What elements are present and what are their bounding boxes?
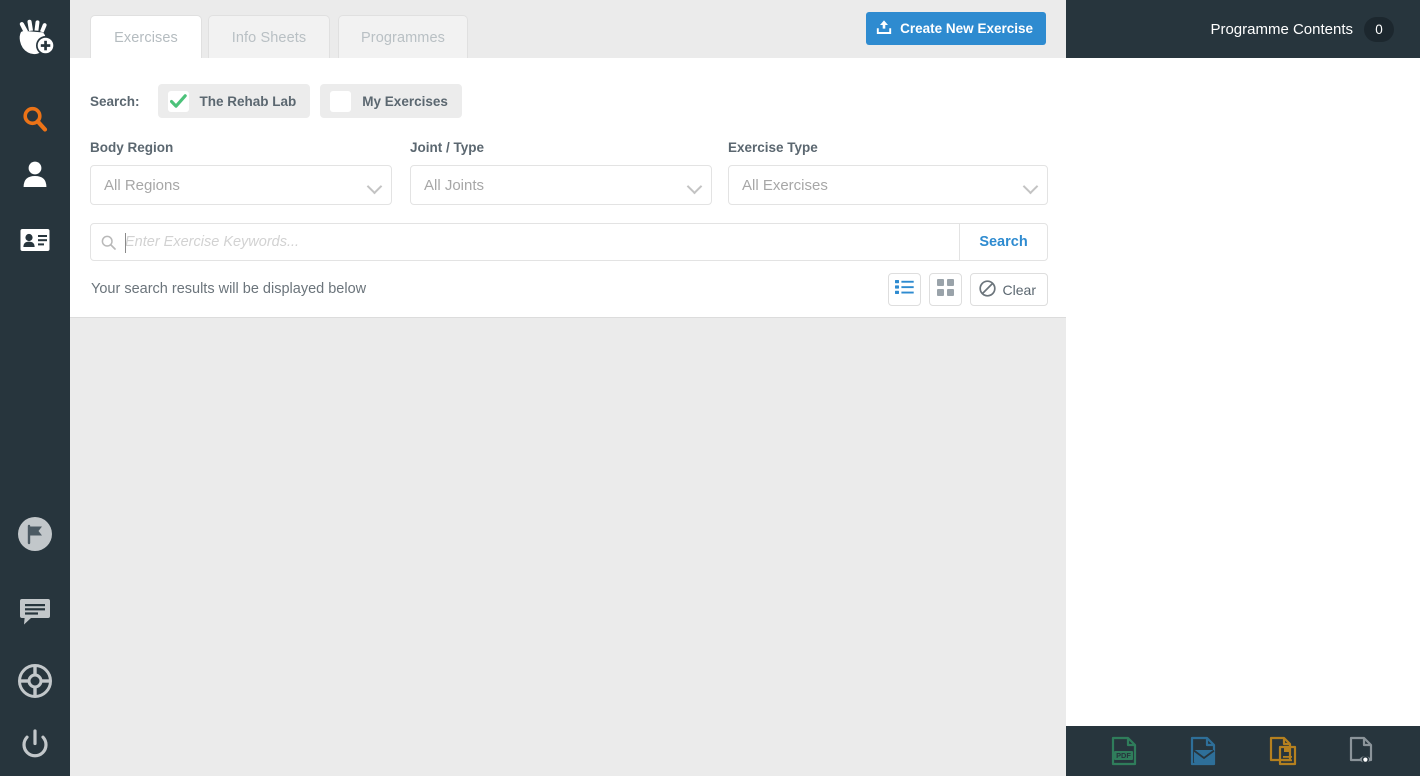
chat-icon[interactable] bbox=[0, 588, 70, 636]
chevron-down-icon bbox=[687, 179, 703, 195]
preview-programme-button[interactable] bbox=[1345, 734, 1379, 768]
svg-text:PDF: PDF bbox=[1116, 751, 1131, 760]
filter-label: Joint / Type bbox=[410, 140, 712, 155]
upload-icon bbox=[876, 19, 892, 38]
filter-label: Body Region bbox=[90, 140, 392, 155]
exercise-type-value: All Exercises bbox=[742, 177, 828, 194]
filter-joint-type: Joint / Type All Joints bbox=[410, 140, 712, 205]
tab-label: Programmes bbox=[361, 30, 445, 46]
export-pdf-button[interactable]: PDF bbox=[1107, 734, 1141, 768]
results-status-row: Your search results will be displayed be… bbox=[90, 273, 1048, 309]
exercise-type-select[interactable]: All Exercises bbox=[728, 165, 1048, 205]
search-icon bbox=[91, 235, 125, 250]
power-icon[interactable] bbox=[0, 720, 70, 768]
list-view-button[interactable] bbox=[888, 273, 921, 306]
search-scope-label: Search: bbox=[90, 94, 140, 109]
grid-view-button[interactable] bbox=[929, 273, 962, 306]
scope-option-label: My Exercises bbox=[362, 94, 448, 109]
scope-option-the-rehab-lab[interactable]: The Rehab Lab bbox=[158, 84, 311, 118]
filter-label: Exercise Type bbox=[728, 140, 1048, 155]
toolbar-right: Create New Exercise bbox=[756, 0, 1066, 58]
search-icon[interactable] bbox=[0, 94, 70, 144]
clear-label: Clear bbox=[1003, 282, 1036, 298]
programme-title: Programme Contents bbox=[1210, 21, 1353, 38]
programme-count-badge: 0 bbox=[1364, 17, 1394, 42]
search-input[interactable] bbox=[125, 224, 959, 260]
body-region-value: All Regions bbox=[104, 177, 180, 194]
tab-info-sheets[interactable]: Info Sheets bbox=[208, 15, 330, 60]
no-entry-icon bbox=[979, 280, 996, 300]
tab-programmes[interactable]: Programmes bbox=[338, 15, 468, 60]
search-scope-row: Search: The Rehab Lab My Exercises bbox=[90, 84, 462, 118]
grid-view-icon bbox=[937, 279, 954, 301]
tab-exercises[interactable]: Exercises bbox=[90, 15, 202, 60]
id-card-icon[interactable] bbox=[0, 216, 70, 264]
email-programme-button[interactable] bbox=[1186, 734, 1220, 768]
app-root: Exercises Info Sheets Programmes Create … bbox=[0, 0, 1420, 776]
create-new-exercise-button[interactable]: Create New Exercise bbox=[866, 12, 1046, 45]
chevron-down-icon bbox=[367, 179, 383, 195]
search-panel: Search: The Rehab Lab My Exercises bbox=[70, 58, 1066, 318]
filter-body-region: Body Region All Regions bbox=[90, 140, 392, 205]
checkbox-checked-icon bbox=[168, 91, 189, 112]
programme-panel: Programme Contents 0 PDF bbox=[1066, 0, 1420, 776]
save-programme-button[interactable] bbox=[1266, 734, 1300, 768]
filter-exercise-type: Exercise Type All Exercises bbox=[728, 140, 1048, 205]
list-view-icon bbox=[895, 279, 914, 300]
search-button[interactable]: Search bbox=[959, 224, 1047, 260]
body-region-select[interactable]: All Regions bbox=[90, 165, 392, 205]
flag-icon[interactable] bbox=[0, 510, 70, 558]
view-tools: Clear bbox=[888, 273, 1048, 306]
logo-hand-icon[interactable] bbox=[0, 14, 70, 66]
scope-option-my-exercises[interactable]: My Exercises bbox=[320, 84, 462, 118]
keyword-search-row: Search bbox=[90, 223, 1048, 261]
create-new-exercise-label: Create New Exercise bbox=[900, 21, 1033, 36]
person-icon[interactable] bbox=[0, 150, 70, 198]
programme-contents-list bbox=[1066, 58, 1420, 726]
left-sidebar bbox=[0, 0, 70, 776]
results-status-text: Your search results will be displayed be… bbox=[91, 281, 366, 297]
lifebuoy-icon[interactable] bbox=[0, 657, 70, 705]
joint-type-value: All Joints bbox=[424, 177, 484, 194]
programme-actions-bar: PDF bbox=[1066, 726, 1420, 776]
checkbox-unchecked-icon bbox=[330, 91, 351, 112]
clear-button[interactable]: Clear bbox=[970, 273, 1048, 306]
programme-header: Programme Contents 0 bbox=[1066, 0, 1420, 58]
scope-option-label: The Rehab Lab bbox=[200, 94, 297, 109]
main-column: Exercises Info Sheets Programmes Create … bbox=[70, 0, 1066, 776]
tab-label: Exercises bbox=[114, 30, 178, 46]
tab-label: Info Sheets bbox=[232, 30, 306, 46]
chevron-down-icon bbox=[1023, 179, 1039, 195]
text-cursor bbox=[125, 233, 126, 253]
joint-type-select[interactable]: All Joints bbox=[410, 165, 712, 205]
